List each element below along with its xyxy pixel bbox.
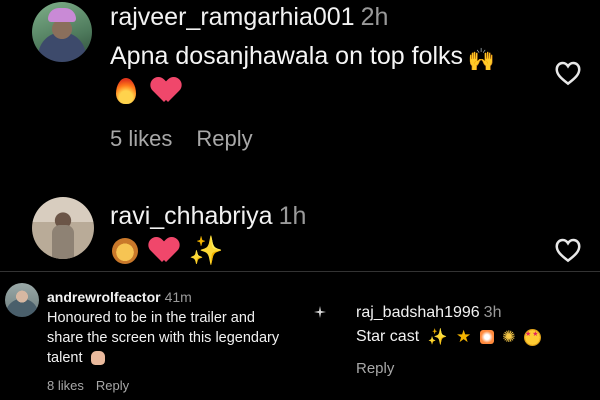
lion-emoji-icon (112, 238, 138, 264)
sparkle-icon (314, 306, 326, 318)
raised-hands-emoji-icon: 🙌 (467, 46, 495, 72)
comment-header: raj_badshah1996 3h (356, 304, 501, 322)
comment-header: andrewrolfeactor 41m (47, 289, 192, 307)
emoji-row (116, 78, 180, 104)
folded-hands-emoji-icon (90, 351, 105, 366)
username[interactable]: ravi_chhabriya (110, 202, 273, 230)
comment-text: Apna dosanjhawala on top folks 🙌 (110, 42, 495, 73)
like-heart-icon[interactable] (553, 58, 583, 88)
comment-line: Honoured to be in the trailer and (47, 310, 255, 326)
heart-emoji-icon (150, 238, 178, 264)
emoji-row: ✨ (112, 237, 224, 265)
comment-meta: Reply (356, 360, 394, 377)
avatar[interactable] (5, 283, 39, 317)
avatar[interactable] (32, 2, 92, 62)
comment-meta: 5 likes Reply (110, 126, 253, 152)
comment-line: share the screen with this legendary (47, 330, 280, 346)
sparkles-emoji-icon: ✨ (427, 329, 448, 346)
fire-emoji-icon (116, 78, 136, 104)
timestamp: 1h (278, 202, 307, 230)
comment-header: ravi_chhabriya 1h (110, 202, 306, 231)
timestamp: 3h (483, 304, 502, 321)
reply-button[interactable]: Reply (96, 378, 129, 393)
comment-header: rajveer_ramgarhia001 2h (110, 3, 388, 32)
comment-meta: 8 likes Reply (47, 378, 129, 393)
likes-count[interactable]: 5 likes (110, 126, 172, 151)
sparkles-emoji-icon: ✨ (188, 235, 224, 266)
comment-text: Star cast ✨ ★ ✺ (356, 327, 541, 347)
star-struck-emoji-icon (523, 328, 541, 346)
comment-body: Star cast (356, 328, 420, 346)
heart-emoji-icon (152, 78, 180, 104)
comment-line-last: talent (47, 348, 299, 368)
reply-button[interactable]: Reply (196, 126, 252, 151)
username[interactable]: raj_badshah1996 (356, 304, 480, 321)
timestamp: 2h (360, 3, 389, 31)
comment-body: Honoured to be in the trailer and share … (47, 308, 299, 368)
sun-emoji-icon: ✺ (502, 329, 516, 346)
username[interactable]: rajveer_ramgarhia001 (110, 3, 355, 31)
like-heart-icon[interactable] (553, 235, 583, 265)
comment-body: Apna dosanjhawala on top folks (110, 42, 464, 70)
comment-line: talent (47, 350, 83, 366)
likes-count[interactable]: 8 likes (47, 378, 84, 393)
username[interactable]: andrewrolfeactor (47, 289, 161, 305)
avatar[interactable] (32, 197, 94, 259)
reply-button[interactable]: Reply (356, 360, 394, 377)
sparkle-square-emoji-icon (479, 330, 494, 344)
timestamp: 41m (164, 289, 192, 305)
star-emoji-icon: ★ (455, 327, 472, 346)
